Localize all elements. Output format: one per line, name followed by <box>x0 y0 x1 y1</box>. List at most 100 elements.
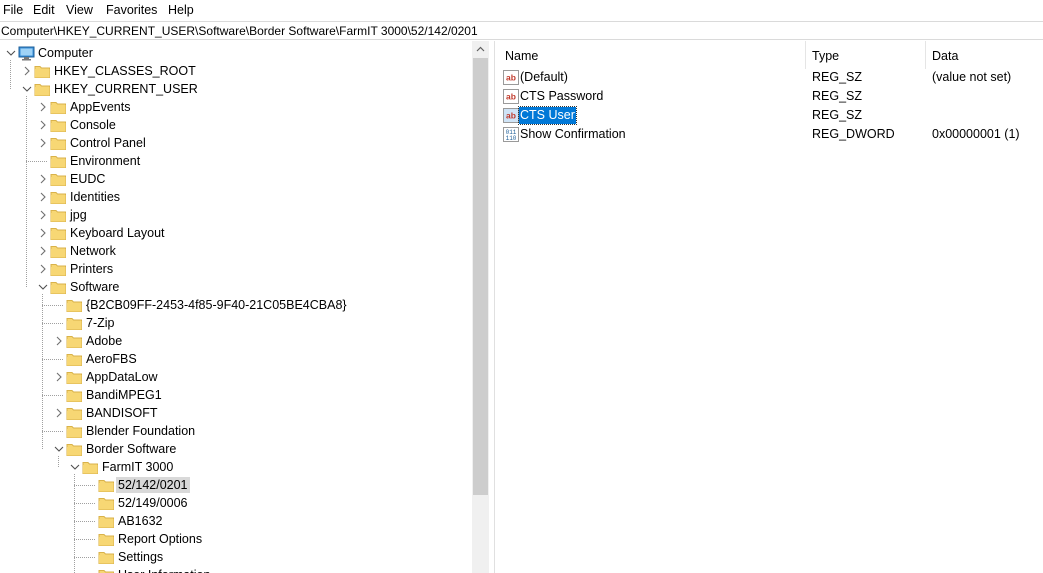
tree-item[interactable]: Console <box>0 116 472 134</box>
chevron-right-icon[interactable] <box>37 170 49 188</box>
tree-connector-line <box>74 503 95 504</box>
tree-item-label: AeroFBS <box>86 352 137 366</box>
tree-item-label: HKEY_CURRENT_USER <box>54 82 198 96</box>
chevron-right-icon[interactable] <box>53 332 65 350</box>
folder-icon <box>34 82 51 97</box>
tree-item[interactable]: BandiMPEG1 <box>0 386 472 404</box>
folder-icon <box>50 172 67 187</box>
tree-item[interactable]: Settings <box>0 548 472 566</box>
tree-item[interactable]: Environment <box>0 152 472 170</box>
tree-item[interactable]: AeroFBS <box>0 350 472 368</box>
value-name: (Default) <box>520 70 568 84</box>
tree-item[interactable]: Network <box>0 242 472 260</box>
tree-item-label: HKEY_CLASSES_ROOT <box>54 64 196 78</box>
value-type: REG_SZ <box>812 70 863 84</box>
chevron-right-icon[interactable] <box>37 260 49 278</box>
address-path: Computer\HKEY_CURRENT_USER\Software\Bord… <box>1 24 478 38</box>
chevron-right-icon[interactable] <box>37 116 49 134</box>
tree-item[interactable]: User Information <box>0 566 472 573</box>
folder-icon <box>50 208 67 223</box>
scroll-thumb[interactable] <box>473 58 488 495</box>
value-data: (value not set) <box>932 70 1012 84</box>
tree-item[interactable]: EUDC <box>0 170 472 188</box>
string-value-icon: ab <box>503 89 519 104</box>
chevron-right-icon[interactable] <box>37 98 49 116</box>
tree-item[interactable]: AB1632 <box>0 512 472 530</box>
chevron-right-icon[interactable] <box>37 188 49 206</box>
menu-favorites[interactable]: Favorites <box>106 3 157 18</box>
tree-item[interactable]: Control Panel <box>0 134 472 152</box>
folder-icon <box>50 280 67 295</box>
tree-item[interactable]: Printers <box>0 260 472 278</box>
chevron-right-icon[interactable] <box>21 62 33 80</box>
tree-item-label: {B2CB09FF-2453-4f85-9F40-21C05BE4CBA8} <box>86 298 347 312</box>
tree-item[interactable]: HKEY_CURRENT_USER <box>0 80 472 98</box>
chevron-right-icon[interactable] <box>53 368 65 386</box>
computer-icon <box>18 46 35 61</box>
chevron-right-icon[interactable] <box>37 224 49 242</box>
tree-item[interactable]: HKEY_CLASSES_ROOT <box>0 62 472 80</box>
column-header-name[interactable]: Name <box>496 41 806 69</box>
menu-help[interactable]: Help <box>168 3 194 18</box>
chevron-down-icon[interactable] <box>21 80 33 98</box>
folder-icon <box>66 442 83 457</box>
tree-item[interactable]: AppEvents <box>0 98 472 116</box>
tree-item[interactable]: 52/149/0006 <box>0 494 472 512</box>
registry-key-tree[interactable]: Computer HKEY_CLASSES_ROOT HKEY_CURRENT_US… <box>0 41 490 573</box>
menu-view[interactable]: View <box>66 3 93 18</box>
tree-item[interactable]: Identities <box>0 188 472 206</box>
chevron-down-icon[interactable] <box>69 458 81 476</box>
folder-icon <box>98 568 115 573</box>
column-type-label: Type <box>812 49 840 63</box>
tree-connector-line <box>74 485 95 486</box>
tree-item[interactable]: AppDataLow <box>0 368 472 386</box>
tree-item[interactable]: FarmIT 3000 <box>0 458 472 476</box>
folder-icon <box>50 154 67 169</box>
chevron-right-icon[interactable] <box>37 206 49 224</box>
tree-item-label: Border Software <box>86 442 177 456</box>
value-row[interactable]: 011 110 Show Confirmation REG_DWORD 0x000000… <box>496 125 1043 144</box>
tree-item[interactable]: Blender Foundation <box>0 422 472 440</box>
chevron-down-icon[interactable] <box>53 440 65 458</box>
chevron-right-icon[interactable] <box>37 134 49 152</box>
tree-item-label: BandiMPEG1 <box>86 388 162 402</box>
tree-item[interactable]: 7-Zip <box>0 314 472 332</box>
chevron-down-icon[interactable] <box>37 278 49 296</box>
chevron-down-icon[interactable] <box>5 44 17 62</box>
address-bar[interactable]: Computer\HKEY_CURRENT_USER\Software\Bord… <box>0 21 1043 40</box>
folder-icon <box>66 388 83 403</box>
folder-icon <box>50 100 67 115</box>
chevron-right-icon[interactable] <box>37 242 49 260</box>
folder-icon <box>66 334 83 349</box>
folder-icon <box>98 550 115 565</box>
menu-edit[interactable]: Edit <box>33 3 55 18</box>
chevron-right-icon[interactable] <box>53 404 65 422</box>
tree-item[interactable]: Keyboard Layout <box>0 224 472 242</box>
registry-values-list[interactable]: Name Type Data ab (Default) REG_SZ (value n… <box>496 41 1043 573</box>
tree-item[interactable]: 52/142/0201 <box>0 476 472 494</box>
tree-item[interactable]: jpg <box>0 206 472 224</box>
value-row[interactable]: ab CTS User REG_SZ <box>496 106 1043 125</box>
tree-item[interactable]: Border Software <box>0 440 472 458</box>
value-row[interactable]: ab CTS Password REG_SZ <box>496 87 1043 106</box>
tree-item[interactable]: {B2CB09FF-2453-4f85-9F40-21C05BE4CBA8} <box>0 296 472 314</box>
column-data-label: Data <box>932 49 959 63</box>
tree-item[interactable]: Computer <box>0 44 472 62</box>
value-row[interactable]: ab (Default) REG_SZ (value not set) <box>496 68 1043 87</box>
tree-item[interactable]: BANDISOFT <box>0 404 472 422</box>
folder-icon <box>50 118 67 133</box>
string-value-icon: ab <box>503 108 519 123</box>
tree-item-label: AppEvents <box>70 100 131 114</box>
tree-item[interactable]: Adobe <box>0 332 472 350</box>
tree-item[interactable]: Software <box>0 278 472 296</box>
svg-text:110: 110 <box>506 135 517 142</box>
tree-item[interactable]: Report Options <box>0 530 472 548</box>
scroll-up-arrow-icon[interactable] <box>472 41 489 58</box>
column-header-type[interactable]: Type <box>806 41 926 69</box>
tree-scrollbar[interactable] <box>472 41 489 573</box>
tree-item-label: 52/142/0201 <box>116 477 190 493</box>
menu-file[interactable]: File <box>3 3 23 18</box>
binary-value-icon: 011 110 <box>503 127 519 142</box>
value-name: CTS User <box>518 106 577 125</box>
column-header-data[interactable]: Data <box>926 41 1043 69</box>
